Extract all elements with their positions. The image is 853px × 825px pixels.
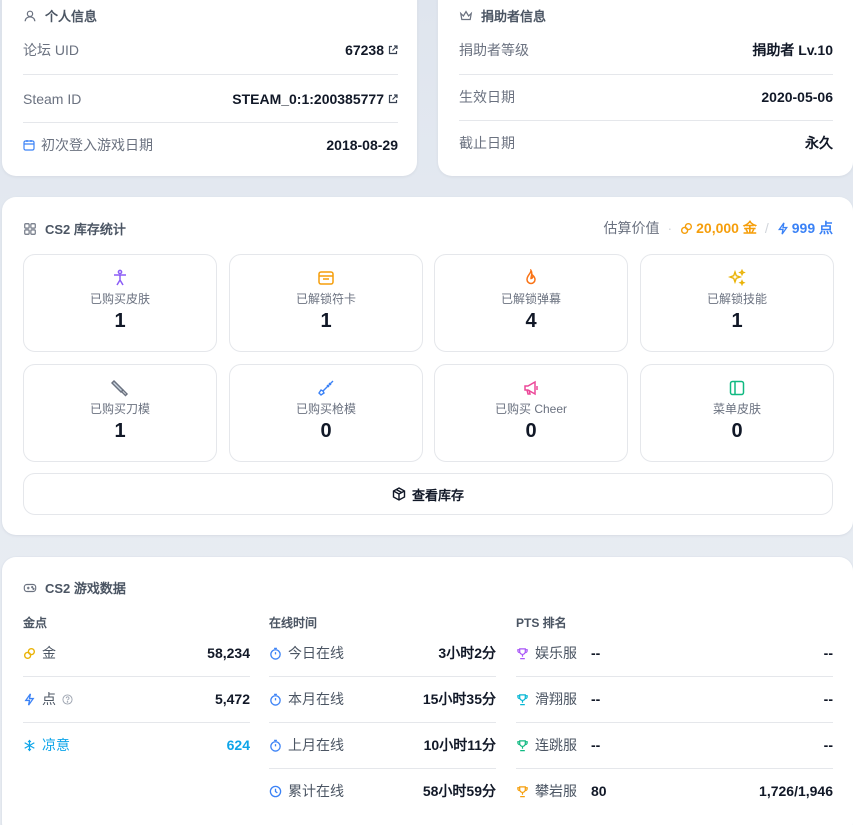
game-data-title: CS2 游戏数据: [23, 578, 126, 597]
personal-info-title: 个人信息: [23, 6, 97, 25]
gamepad-icon: [23, 583, 37, 592]
card-icon: [318, 271, 334, 285]
pts-row-glide: 滑翔服 -- --: [516, 676, 833, 722]
pts-row-entertainment: 娱乐服 -- --: [516, 630, 833, 676]
online-today-row: 今日在线 3小时2分: [269, 630, 496, 676]
knife-icon: [111, 379, 129, 397]
forum-uid-row: 论坛 UID 67238: [23, 26, 398, 73]
points-value: 5,472: [214, 691, 250, 707]
person-icon: [114, 269, 126, 286]
coolness-value: 624: [226, 737, 250, 753]
separator-dot: ·: [667, 220, 673, 236]
trophy-icon: [517, 647, 528, 659]
estimated-value: 估算价值 · 20,000 金 / 999 点: [603, 218, 833, 238]
trophy-icon: [517, 693, 528, 705]
donor-level-row: 捐助者等级 捐助者 Lv.10: [459, 26, 833, 73]
bolt-icon: [24, 693, 35, 705]
steam-id-row: Steam ID STEAM_0:1:200385777: [23, 75, 398, 122]
crown-icon: [459, 9, 473, 20]
pts-row-climb: 攀岩服 80 1,726/1,946: [516, 768, 833, 814]
coolness-label: 凉意: [42, 737, 70, 753]
grid-icon: [24, 222, 36, 235]
first-login-value: 2018-08-29: [326, 136, 398, 153]
rifle-icon: [318, 380, 334, 396]
donor-level-label: 捐助者等级: [459, 41, 529, 58]
flame-icon: [526, 269, 536, 285]
effective-date-row: 生效日期 2020-05-06: [459, 73, 833, 120]
donor-info-title: 捐助者信息: [459, 6, 546, 25]
stat-skills[interactable]: 已解锁技能 1: [640, 254, 834, 352]
view-inventory-button[interactable]: 查看库存: [23, 473, 833, 515]
package-icon: [392, 487, 406, 501]
gold-value: 58,234: [207, 645, 250, 661]
expire-date-row: 截止日期 永久: [459, 119, 833, 166]
help-icon[interactable]: [62, 693, 73, 705]
personal-info-card: 个人信息 论坛 UID 67238 Steam ID STEAM_0:1:200…: [2, 0, 417, 176]
inventory-card: CS2 库存统计 估算价值 · 20,000 金 / 999 点 已购买皮肤 1…: [2, 197, 853, 535]
steam-id-label: Steam ID: [23, 90, 82, 107]
external-link-icon[interactable]: [388, 44, 398, 55]
stat-cheer[interactable]: 已购买 Cheer 0: [434, 364, 628, 462]
panel-icon: [729, 380, 745, 396]
stopwatch-icon: [270, 739, 281, 752]
stat-guns[interactable]: 已购买枪模 0: [229, 364, 423, 462]
expire-date-label: 截止日期: [459, 134, 515, 151]
online-column-header: 在线时间: [269, 616, 318, 630]
gold-column-header: 金点: [23, 616, 48, 630]
effective-date-value: 2020-05-06: [761, 88, 833, 105]
clock-icon: [269, 785, 282, 797]
first-login-label: 初次登入游戏日期: [23, 135, 153, 155]
stopwatch-icon: [270, 647, 281, 660]
user-icon: [24, 10, 36, 21]
calendar-icon: [23, 139, 35, 151]
effective-date-label: 生效日期: [459, 88, 515, 105]
stat-barrage[interactable]: 已解锁弹幕 4: [434, 254, 628, 352]
pts-row-bhop: 连跳服 -- --: [516, 722, 833, 768]
stat-spell-cards[interactable]: 已解锁符卡 1: [229, 254, 423, 352]
snowflake-icon: [24, 739, 35, 751]
link-coin-icon: [681, 222, 693, 234]
points-label: 点: [42, 691, 56, 707]
bolt-icon: [777, 222, 788, 234]
first-login-row: 初次登入游戏日期 2018-08-29: [23, 121, 398, 168]
points-estimate: 999 点: [777, 218, 833, 238]
stopwatch-icon: [270, 693, 281, 706]
gold-row: 金 58,234: [23, 630, 250, 676]
stat-knives[interactable]: 已购买刀模 1: [23, 364, 217, 462]
forum-uid-value[interactable]: 67238: [345, 42, 398, 58]
points-row: 点 5,472: [23, 676, 250, 722]
pts-column-header: PTS 排名: [516, 616, 567, 630]
online-month-row: 本月在线 15小时35分: [269, 676, 496, 722]
value-separator: /: [764, 220, 769, 236]
megaphone-icon: [524, 380, 538, 396]
gold-estimate: 20,000 金: [680, 218, 757, 238]
external-link-icon[interactable]: [388, 93, 398, 104]
forum-uid-label: 论坛 UID: [23, 41, 79, 58]
gold-label: 金: [42, 645, 56, 661]
coolness-row: 凉意 624: [23, 722, 250, 768]
inventory-title: CS2 库存统计: [23, 219, 126, 238]
expire-date-value: 永久: [805, 134, 833, 151]
donor-info-card: 捐助者信息 捐助者等级 捐助者 Lv.10 生效日期 2020-05-06 截止…: [438, 0, 853, 176]
sparkles-icon: [728, 269, 746, 287]
trophy-icon: [517, 739, 528, 751]
stat-menu-skins[interactable]: 菜单皮肤 0: [640, 364, 834, 462]
donor-level-value: 捐助者 Lv.10: [752, 41, 833, 58]
online-last-month-row: 上月在线 10小时11分: [269, 722, 496, 768]
trophy-icon: [517, 785, 528, 797]
online-total-row: 累计在线 58小时59分: [269, 768, 496, 814]
game-data-card: CS2 游戏数据 金点 金 58,234 点 5,472 凉意 624 在线时间…: [2, 557, 853, 825]
link-coin-icon: [23, 647, 36, 659]
estimate-label: 估算价值: [603, 220, 660, 236]
stat-skins[interactable]: 已购买皮肤 1: [23, 254, 217, 352]
steam-id-value[interactable]: STEAM_0:1:200385777: [232, 91, 398, 107]
